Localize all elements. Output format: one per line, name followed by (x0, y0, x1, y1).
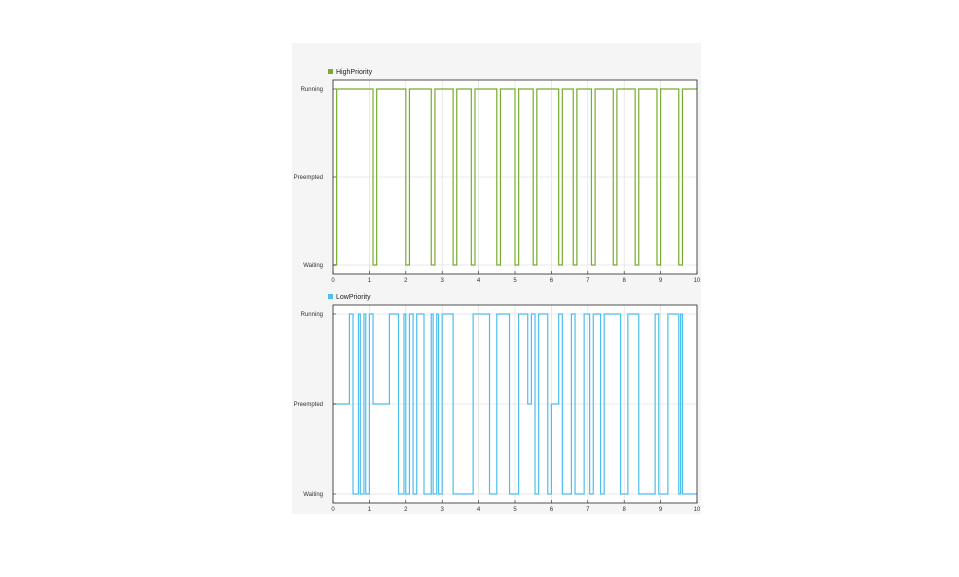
y-tick-label: Preempted (294, 402, 323, 408)
y-tick-label: Running (301, 312, 323, 318)
x-tick-label: 10 (694, 507, 701, 513)
x-tick-label: 9 (659, 278, 663, 284)
stateflow-scope-charts: HighPriority0 1 2 3 4 5 6 7 8 9 10WaitingPreempted… (294, 69, 701, 513)
x-tick-label: 7 (586, 278, 590, 284)
legend-label: LowPriority (336, 294, 371, 301)
x-tick-label: 0 (331, 278, 335, 284)
chart-1: HighPriority 0 1 2 3 4 5 6 7 8 9 10 Waiting Preempted… (294, 69, 701, 284)
x-tick-label: 5 (513, 278, 517, 284)
x-tick-label: 3 (441, 278, 445, 284)
x-tick-label: 2 (404, 507, 408, 513)
y-tick-label: Waiting (303, 263, 323, 269)
x-tick-label: 0 (331, 507, 335, 513)
x-tick-label: 1 (368, 507, 372, 513)
legend: LowPriority (328, 294, 371, 301)
x-tick-label: 10 (694, 278, 701, 284)
y-tick-label: Preempted (294, 175, 323, 181)
y-tick-label: Waiting (303, 492, 323, 498)
x-tick-label: 3 (441, 507, 445, 513)
legend-label: HighPriority (336, 69, 373, 76)
x-tick-label: 9 (659, 507, 663, 513)
y-tick-label: Running (301, 87, 323, 93)
legend-swatch (328, 69, 333, 74)
legend: HighPriority (328, 69, 373, 76)
x-tick-label: 2 (404, 278, 408, 284)
x-tick-label: 5 (513, 507, 517, 513)
legend-swatch (328, 294, 333, 299)
x-tick-label: 6 (550, 278, 554, 284)
chart-2: LowPriority 0 1 2 3 4 5 6 7 8 9 10 Waiting Preempted R… (294, 294, 701, 513)
x-tick-label: 1 (368, 278, 372, 284)
x-tick-label: 4 (477, 278, 481, 284)
x-tick-label: 8 (623, 507, 627, 513)
x-tick-label: 4 (477, 507, 481, 513)
x-tick-label: 7 (586, 507, 590, 513)
x-tick-label: 8 (623, 278, 627, 284)
x-tick-label: 6 (550, 507, 554, 513)
